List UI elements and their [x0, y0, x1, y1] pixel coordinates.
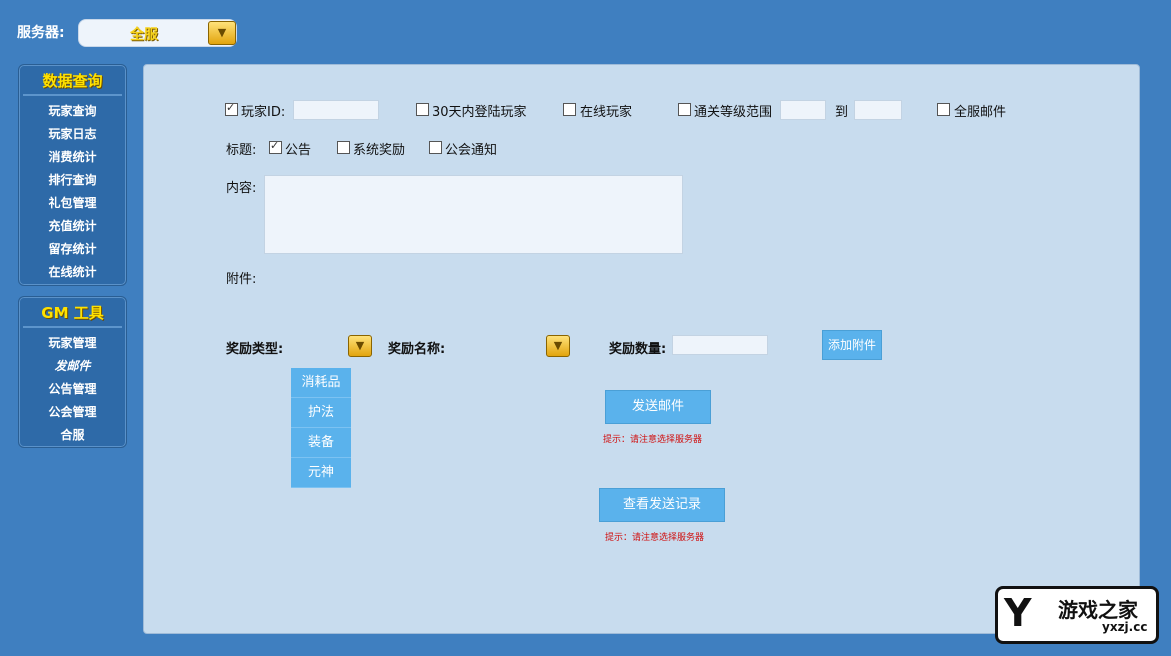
- sidebar-item-recharge-stats[interactable]: 充值统计: [19, 215, 126, 238]
- sidebar-data-query-panel: 数据查询 玩家查询 玩家日志 消费统计 排行查询 礼包管理 充值统计 留存统计 …: [18, 64, 127, 286]
- level-range-label: 通关等级范围: [694, 105, 773, 120]
- sidebar-item-guild-management[interactable]: 公会管理: [19, 401, 126, 424]
- sidebar-data-query-title: 数据查询: [42, 72, 103, 90]
- reward-type-option-guardian[interactable]: 护法: [291, 398, 351, 428]
- sidebar-item-retention-stats[interactable]: 留存统计: [19, 238, 126, 261]
- sidebar-gm-tools-panel: GM 工具 玩家管理 发邮件 公告管理 公会管理 合服: [18, 296, 127, 448]
- online-player-checkbox[interactable]: [563, 103, 576, 116]
- logo-name: 游戏之家: [1058, 598, 1138, 622]
- reward-type-option-equipment[interactable]: 装备: [291, 428, 351, 458]
- server-dropdown-button[interactable]: ▼: [208, 21, 236, 45]
- view-records-hint: 提示：请注意选择服务器: [605, 533, 705, 543]
- logo-mark: Y: [1004, 591, 1032, 635]
- title-announcement-checkbox[interactable]: [269, 139, 282, 154]
- chevron-down-icon: ▼: [355, 339, 365, 352]
- title-system-reward-checkbox[interactable]: [337, 141, 350, 154]
- reward-type-label: 奖励类型:: [226, 342, 284, 357]
- player-id-label: 玩家ID:: [241, 105, 286, 120]
- sidebar-item-player-query[interactable]: 玩家查询: [19, 100, 126, 123]
- send-mail-button[interactable]: 发送邮件: [605, 390, 711, 424]
- divider: [23, 326, 122, 328]
- title-guild-notice-checkbox[interactable]: [429, 141, 442, 154]
- sidebar-item-player-log[interactable]: 玩家日志: [19, 123, 126, 146]
- reward-name-label: 奖励名称:: [388, 342, 446, 357]
- title-announcement-label: 公告: [285, 143, 312, 158]
- player-id-input[interactable]: [293, 100, 379, 120]
- chevron-down-icon: ▼: [217, 26, 227, 39]
- sidebar-item-online-stats[interactable]: 在线统计: [19, 261, 126, 284]
- level-to-label: 到: [835, 105, 849, 120]
- sidebar-item-ranking-query[interactable]: 排行查询: [19, 169, 126, 192]
- sidebar-item-merge-server[interactable]: 合服: [19, 424, 126, 447]
- reward-type-dropdown[interactable]: ▼: [348, 335, 372, 357]
- server-label: 服务器:: [17, 25, 65, 41]
- sidebar-item-player-management[interactable]: 玩家管理: [19, 332, 126, 355]
- all-server-mail-checkbox[interactable]: [937, 103, 950, 116]
- server-selected-value: 全服: [130, 27, 158, 43]
- reward-type-option-consumable[interactable]: 消耗品: [291, 368, 351, 398]
- reward-count-input[interactable]: [672, 335, 768, 355]
- logo-url: yxzj.cc: [1102, 620, 1148, 634]
- attachment-label: 附件:: [226, 272, 257, 287]
- title-guild-notice-label: 公会通知: [445, 143, 498, 158]
- divider: [23, 94, 122, 96]
- title-label: 标题:: [226, 143, 257, 158]
- view-send-records-button[interactable]: 查看发送记录: [599, 488, 725, 522]
- site-logo: Y 游戏之家 yxzj.cc: [995, 586, 1159, 644]
- level-to-input[interactable]: [854, 100, 902, 120]
- level-range-checkbox[interactable]: [678, 103, 691, 116]
- reward-name-dropdown[interactable]: ▼: [546, 335, 570, 357]
- chevron-down-icon: ▼: [553, 339, 563, 352]
- player-id-checkbox[interactable]: [225, 101, 238, 116]
- content-label: 内容:: [226, 181, 257, 196]
- content-textarea[interactable]: [264, 175, 683, 254]
- level-from-input[interactable]: [780, 100, 826, 120]
- online-player-label: 在线玩家: [580, 105, 633, 120]
- login30-label: 30天内登陆玩家: [432, 105, 527, 120]
- sidebar-item-gift-management[interactable]: 礼包管理: [19, 192, 126, 215]
- sidebar-gm-tools-title: GM 工具: [41, 304, 104, 322]
- all-server-mail-label: 全服邮件: [954, 105, 1007, 120]
- reward-type-option-spirit[interactable]: 元神: [291, 458, 351, 488]
- reward-count-label: 奖励数量:: [609, 342, 667, 357]
- add-attachment-button[interactable]: 添加附件: [822, 330, 882, 360]
- send-mail-hint: 提示：请注意选择服务器: [603, 435, 703, 445]
- server-select[interactable]: 全服 ▼: [78, 19, 237, 47]
- sidebar-item-consumption-stats[interactable]: 消费统计: [19, 146, 126, 169]
- title-system-reward-label: 系统奖励: [353, 143, 406, 158]
- login30-checkbox[interactable]: [416, 103, 429, 116]
- sidebar-item-announcement-management[interactable]: 公告管理: [19, 378, 126, 401]
- sidebar-item-send-mail[interactable]: 发邮件: [19, 355, 126, 378]
